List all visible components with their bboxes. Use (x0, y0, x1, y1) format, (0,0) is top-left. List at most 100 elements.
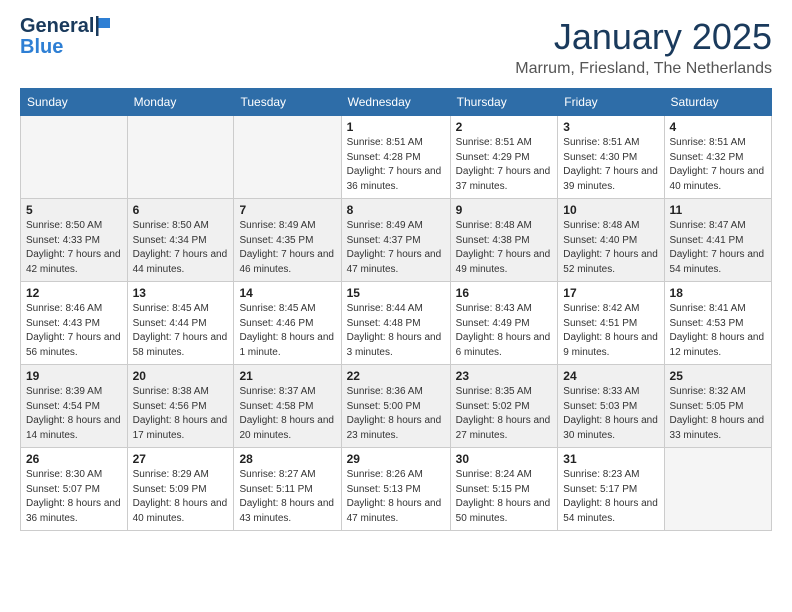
day-info: Sunrise: 8:51 AMSunset: 4:32 PMDaylight:… (670, 137, 765, 192)
table-cell (664, 448, 771, 531)
table-cell: 7 Sunrise: 8:49 AMSunset: 4:35 PMDaylight… (234, 199, 341, 282)
day-info: Sunrise: 8:51 AMSunset: 4:28 PMDaylight:… (347, 137, 442, 192)
col-monday: Monday (127, 89, 234, 116)
day-number: 14 (239, 286, 335, 300)
day-info: Sunrise: 8:50 AMSunset: 4:33 PMDaylight:… (26, 220, 121, 275)
day-number: 26 (26, 452, 122, 466)
col-friday: Friday (558, 89, 664, 116)
page: General Blue January 2025 Marrum, Friesl… (0, 0, 792, 547)
table-cell: 21 Sunrise: 8:37 AMSunset: 4:58 PMDayligh… (234, 365, 341, 448)
table-cell: 18Sunrise: 8:41 AMSunset: 4:53 PMDayligh… (664, 282, 771, 365)
table-cell (127, 116, 234, 199)
day-info: Sunrise: 8:43 AMSunset: 4:49 PMDaylight:… (456, 303, 551, 358)
table-cell: 24 Sunrise: 8:33 AMSunset: 5:03 PMDayligh… (558, 365, 664, 448)
table-cell: 26 Sunrise: 8:30 AMSunset: 5:07 PMDayligh… (21, 448, 128, 531)
day-number: 29 (347, 452, 445, 466)
table-cell: 13Sunrise: 8:45 AMSunset: 4:44 PMDayligh… (127, 282, 234, 365)
day-info: Sunrise: 8:41 AMSunset: 4:53 PMDaylight:… (670, 303, 765, 358)
day-info: Sunrise: 8:51 AMSunset: 4:30 PMDaylight:… (563, 137, 658, 192)
col-saturday: Saturday (664, 89, 771, 116)
col-sunday: Sunday (21, 89, 128, 116)
day-info: Sunrise: 8:24 AMSunset: 5:15 PMDaylight:… (456, 469, 551, 524)
day-info: Sunrise: 8:48 AMSunset: 4:38 PMDaylight:… (456, 220, 551, 275)
col-tuesday: Tuesday (234, 89, 341, 116)
day-number: 6 (133, 203, 229, 217)
day-info: Sunrise: 8:38 AMSunset: 4:56 PMDaylight:… (133, 386, 228, 441)
day-number: 19 (26, 369, 122, 383)
title-area: January 2025 Marrum, Friesland, The Neth… (515, 16, 772, 78)
day-info: Sunrise: 8:26 AMSunset: 5:13 PMDaylight:… (347, 469, 442, 524)
day-info: Sunrise: 8:46 AMSunset: 4:43 PMDaylight:… (26, 303, 121, 358)
day-number: 31 (563, 452, 658, 466)
day-number: 27 (133, 452, 229, 466)
day-number: 24 (563, 369, 658, 383)
col-wednesday: Wednesday (341, 89, 450, 116)
day-number: 3 (563, 120, 658, 134)
day-number: 4 (670, 120, 766, 134)
day-number: 30 (456, 452, 553, 466)
day-info: Sunrise: 8:30 AMSunset: 5:07 PMDaylight:… (26, 469, 121, 524)
table-cell: 17 Sunrise: 8:42 AMSunset: 4:51 PMDayligh… (558, 282, 664, 365)
table-cell (21, 116, 128, 199)
calendar-header-row: Sunday Monday Tuesday Wednesday Thursday… (21, 89, 772, 116)
table-cell: 15 Sunrise: 8:44 AMSunset: 4:48 PMDayligh… (341, 282, 450, 365)
table-cell: 16Sunrise: 8:43 AMSunset: 4:49 PMDayligh… (450, 282, 558, 365)
day-info: Sunrise: 8:44 AMSunset: 4:48 PMDaylight:… (347, 303, 442, 358)
day-number: 9 (456, 203, 553, 217)
table-cell: 25Sunrise: 8:32 AMSunset: 5:05 PMDayligh… (664, 365, 771, 448)
location-title: Marrum, Friesland, The Netherlands (515, 60, 772, 78)
day-info: Sunrise: 8:50 AMSunset: 4:34 PMDaylight:… (133, 220, 228, 275)
day-info: Sunrise: 8:33 AMSunset: 5:03 PMDaylight:… (563, 386, 658, 441)
table-cell: 28 Sunrise: 8:27 AMSunset: 5:11 PMDayligh… (234, 448, 341, 531)
day-number: 7 (239, 203, 335, 217)
day-number: 20 (133, 369, 229, 383)
day-number: 15 (347, 286, 445, 300)
day-info: Sunrise: 8:27 AMSunset: 5:11 PMDaylight:… (239, 469, 334, 524)
day-info: Sunrise: 8:42 AMSunset: 4:51 PMDaylight:… (563, 303, 658, 358)
month-title: January 2025 (515, 16, 772, 58)
day-number: 8 (347, 203, 445, 217)
table-cell: 8 Sunrise: 8:49 AMSunset: 4:37 PMDaylight… (341, 199, 450, 282)
day-number: 5 (26, 203, 122, 217)
table-cell: 9 Sunrise: 8:48 AMSunset: 4:38 PMDaylight… (450, 199, 558, 282)
table-cell: 31 Sunrise: 8:23 AMSunset: 5:17 PMDayligh… (558, 448, 664, 531)
calendar: Sunday Monday Tuesday Wednesday Thursday… (20, 88, 772, 531)
logo-flag-icon (96, 16, 112, 36)
day-info: Sunrise: 8:37 AMSunset: 4:58 PMDaylight:… (239, 386, 334, 441)
header: General Blue January 2025 Marrum, Friesl… (20, 16, 772, 78)
day-info: Sunrise: 8:47 AMSunset: 4:41 PMDaylight:… (670, 220, 765, 275)
day-number: 21 (239, 369, 335, 383)
day-info: Sunrise: 8:45 AMSunset: 4:46 PMDaylight:… (239, 303, 334, 358)
logo: General Blue (20, 16, 112, 59)
table-cell: 3 Sunrise: 8:51 AMSunset: 4:30 PMDaylight… (558, 116, 664, 199)
table-cell: 5 Sunrise: 8:50 AMSunset: 4:33 PMDaylight… (21, 199, 128, 282)
day-info: Sunrise: 8:49 AMSunset: 4:37 PMDaylight:… (347, 220, 442, 275)
table-cell: 1 Sunrise: 8:51 AMSunset: 4:28 PMDaylight… (341, 116, 450, 199)
day-number: 23 (456, 369, 553, 383)
day-number: 25 (670, 369, 766, 383)
day-number: 2 (456, 120, 553, 134)
day-number: 22 (347, 369, 445, 383)
day-number: 12 (26, 286, 122, 300)
day-number: 11 (670, 203, 766, 217)
table-cell: 2Sunrise: 8:51 AMSunset: 4:29 PMDaylight… (450, 116, 558, 199)
table-cell: 22Sunrise: 8:36 AMSunset: 5:00 PMDayligh… (341, 365, 450, 448)
table-cell: 27Sunrise: 8:29 AMSunset: 5:09 PMDayligh… (127, 448, 234, 531)
day-number: 17 (563, 286, 658, 300)
logo-blue: Blue (20, 36, 63, 59)
day-number: 1 (347, 120, 445, 134)
table-cell: 19 Sunrise: 8:39 AMSunset: 4:54 PMDayligh… (21, 365, 128, 448)
day-info: Sunrise: 8:39 AMSunset: 4:54 PMDaylight:… (26, 386, 121, 441)
day-number: 10 (563, 203, 658, 217)
day-info: Sunrise: 8:45 AMSunset: 4:44 PMDaylight:… (133, 303, 228, 358)
table-cell: 4 Sunrise: 8:51 AMSunset: 4:32 PMDaylight… (664, 116, 771, 199)
day-number: 28 (239, 452, 335, 466)
table-cell: 14 Sunrise: 8:45 AMSunset: 4:46 PMDayligh… (234, 282, 341, 365)
day-info: Sunrise: 8:23 AMSunset: 5:17 PMDaylight:… (563, 469, 658, 524)
day-info: Sunrise: 8:35 AMSunset: 5:02 PMDaylight:… (456, 386, 551, 441)
table-cell: 6 Sunrise: 8:50 AMSunset: 4:34 PMDaylight… (127, 199, 234, 282)
day-info: Sunrise: 8:49 AMSunset: 4:35 PMDaylight:… (239, 220, 334, 275)
table-cell (234, 116, 341, 199)
table-cell: 11 Sunrise: 8:47 AMSunset: 4:41 PMDayligh… (664, 199, 771, 282)
table-cell: 29 Sunrise: 8:26 AMSunset: 5:13 PMDayligh… (341, 448, 450, 531)
